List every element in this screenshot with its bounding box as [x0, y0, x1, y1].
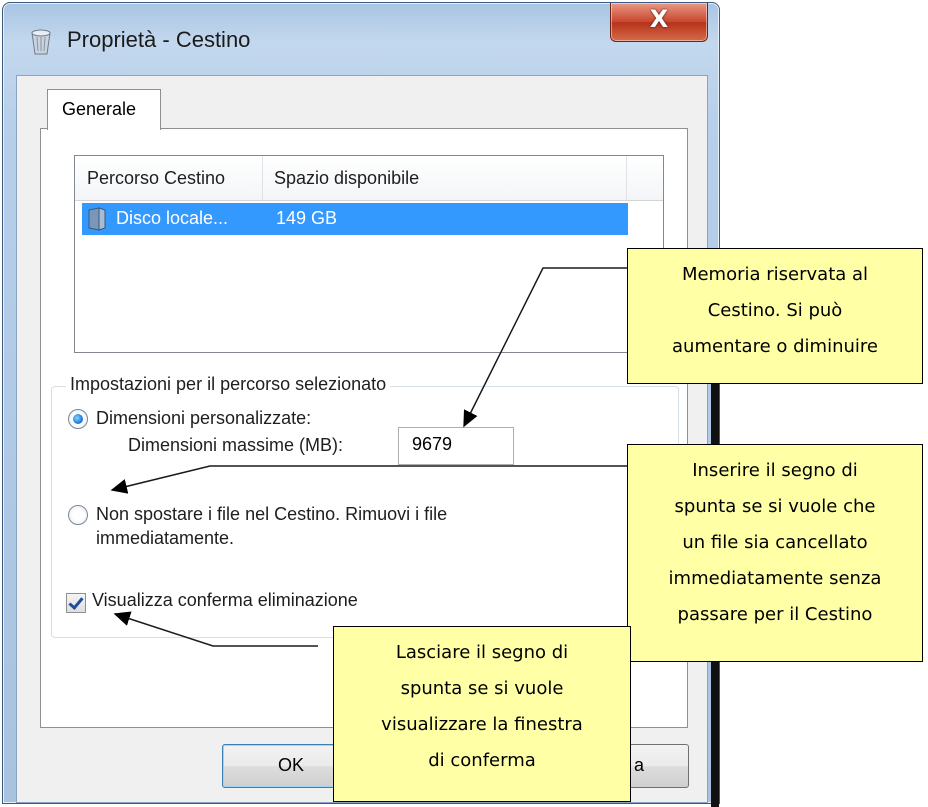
immediate-arrow: [110, 465, 627, 494]
callout-line: Memoria riservata al: [681, 264, 869, 285]
callout-line: immediatamente senza: [668, 568, 882, 589]
memory-arrow: [463, 267, 627, 428]
confirm-arrow: [113, 611, 318, 647]
callout-line: Inserire il segno di: [692, 460, 858, 481]
callout-immediate-delete: Inserire il segno di spunta se si vuole …: [627, 444, 923, 662]
callout-line: passare per il Cestino: [677, 604, 873, 625]
callout-line: Lasciare il segno di: [395, 642, 569, 663]
callout-confirm: Lasciare il segno di spunta se si vuole …: [333, 626, 631, 802]
callout-line: spunta se si vuole che: [674, 496, 876, 517]
callout-line: un file sia cancellato: [682, 532, 868, 553]
callout-line: visualizzare la finestra: [381, 714, 583, 735]
callout-memory: Memoria riservata al Cestino. Si può aum…: [627, 248, 923, 384]
callout-line: aumentare o diminuire: [672, 336, 878, 357]
callout-line: spunta se si vuole: [400, 678, 564, 699]
callout-line: di conferma: [428, 750, 536, 771]
callout-line: Cestino. Si può: [707, 300, 843, 321]
